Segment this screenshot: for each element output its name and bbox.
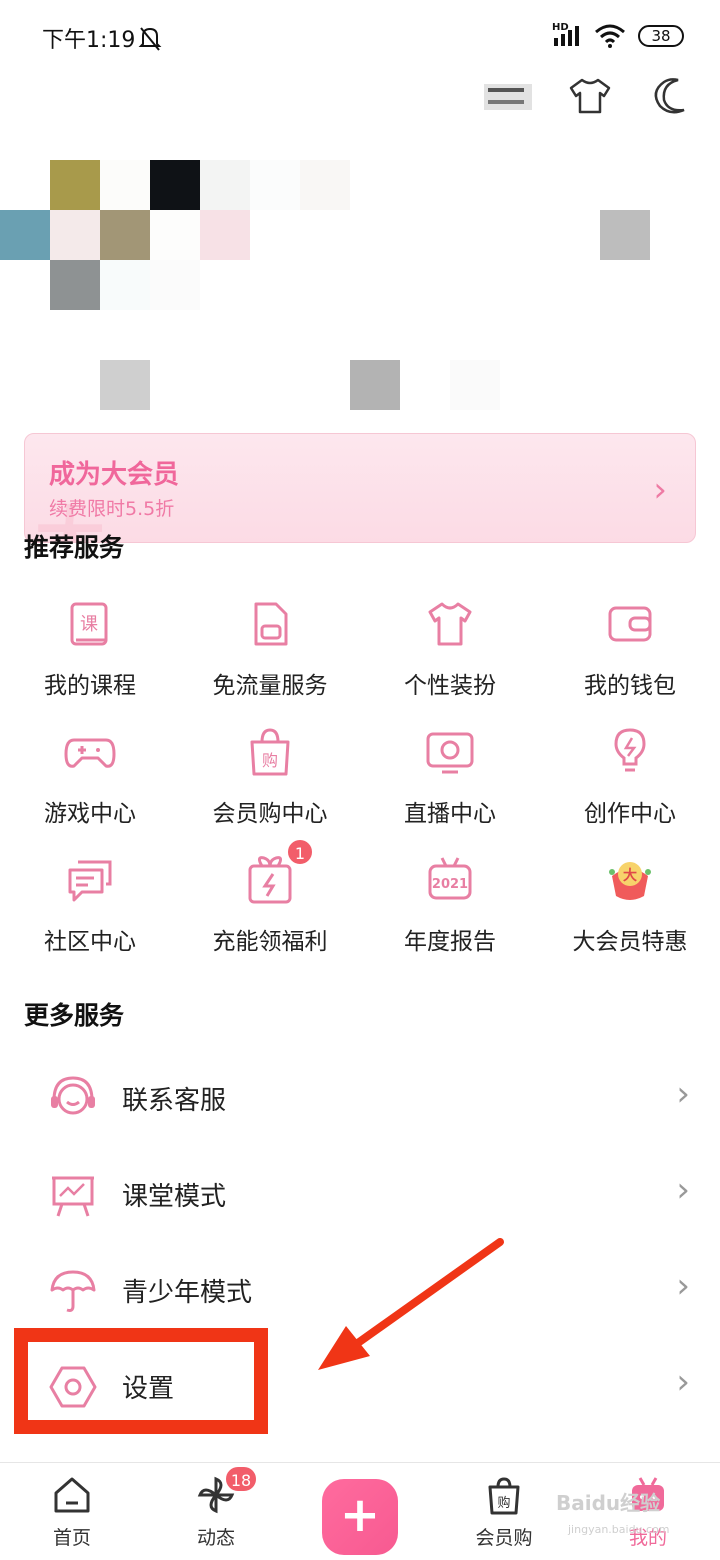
bottom-navigation: 首页 18 动态 + 购 会员购 我的 Baidu经验 jingyan.baid… <box>0 1462 720 1560</box>
service-label: 游戏中心 <box>44 801 136 827</box>
vip-title: 成为大会员 <box>49 460 180 490</box>
classroom-icon <box>52 1176 94 1217</box>
nav-label: 会员购 <box>475 1527 533 1549</box>
annual-report-icon: 2021 <box>428 857 472 900</box>
chevron-right-icon: › <box>676 1266 690 1306</box>
service-vip-special[interactable]: 大 大会员特惠 <box>540 852 720 962</box>
home-icon <box>54 1477 90 1513</box>
vip-special-icon: 大 <box>609 862 651 900</box>
night-mode-button[interactable] <box>646 74 698 118</box>
svg-text:购: 购 <box>262 751 278 770</box>
headset-icon <box>51 1076 95 1115</box>
lightbulb-icon <box>614 728 646 772</box>
top-actions <box>482 74 698 118</box>
list-item-classroom-mode[interactable]: 课堂模式 › <box>0 1146 720 1242</box>
service-free-data[interactable]: 免流量服务 <box>180 596 360 706</box>
status-bar: 下午1:19 HD 38 <box>0 0 720 76</box>
more-services-title: 更多服务 <box>24 1001 125 1030</box>
shopping-bag-icon: 购 <box>488 1477 520 1515</box>
list-item-label: 课堂模式 <box>122 1182 227 1212</box>
nav-dynamic[interactable]: 18 动态 <box>166 1463 266 1560</box>
nav-vip-shop[interactable]: 购 会员购 <box>454 1463 554 1560</box>
service-live-center[interactable]: 直播中心 <box>360 724 540 834</box>
shopping-bag-icon: 购 <box>250 728 290 776</box>
profile-mosaic[interactable] <box>0 160 720 420</box>
vip-subtitle: 续费限时5.5折 <box>49 498 175 520</box>
service-charge-benefits[interactable]: 1 充能领福利 <box>180 838 360 962</box>
umbrella-icon <box>50 1270 96 1312</box>
service-label: 我的课程 <box>44 673 136 699</box>
notification-badge: 1 <box>286 838 314 866</box>
service-label: 年度报告 <box>404 929 496 955</box>
chevron-right-icon: › <box>676 1362 690 1402</box>
status-time: 下午1:19 <box>42 28 136 53</box>
annotation-arrow-icon <box>318 1238 504 1370</box>
list-item-customer-service[interactable]: 联系客服 › <box>0 1050 720 1146</box>
service-wallet[interactable]: 我的钱包 <box>540 596 720 706</box>
gamepad-icon <box>64 738 116 768</box>
chevron-right-icon: › <box>653 470 667 510</box>
tshirt-icon <box>428 602 472 646</box>
list-item-label: 联系客服 <box>122 1086 227 1116</box>
service-label: 大会员特惠 <box>572 929 688 955</box>
dynamic-badge: 18 <box>224 1465 258 1493</box>
service-label: 直播中心 <box>404 801 496 827</box>
moon-icon <box>654 78 685 114</box>
watermark-url: jingyan.baidu.com <box>568 1523 670 1536</box>
service-label: 我的钱包 <box>584 673 676 699</box>
service-label: 创作中心 <box>584 801 676 827</box>
service-game-center[interactable]: 游戏中心 <box>0 724 180 834</box>
chevron-right-icon: › <box>676 1074 690 1114</box>
list-item-label: 青少年模式 <box>122 1278 253 1308</box>
service-label: 个性装扮 <box>404 673 496 699</box>
service-label: 会员购中心 <box>212 801 328 827</box>
service-creator-center[interactable]: 创作中心 <box>540 724 720 834</box>
nav-label: 首页 <box>52 1527 91 1549</box>
recommended-title: 推荐服务 <box>24 533 125 562</box>
watermark-logo: Baidu经验 <box>556 1491 661 1515</box>
service-label: 社区中心 <box>44 929 136 955</box>
bell-muted-icon <box>138 27 162 51</box>
signal-icon: HD <box>552 22 582 48</box>
scan-icon <box>484 84 532 110</box>
tshirt-icon <box>569 78 611 114</box>
chat-bubbles-icon <box>68 860 112 902</box>
nav-home[interactable]: 首页 <box>22 1463 122 1560</box>
report-year: 2021 <box>432 877 468 892</box>
service-community-center[interactable]: 社区中心 <box>0 852 180 962</box>
sim-card-icon <box>254 602 288 646</box>
live-tv-icon <box>426 732 474 774</box>
svg-text:课: 课 <box>80 614 98 635</box>
vip-banner[interactable]: 大 成为大会员 续费限时5.5折 › <box>24 433 696 543</box>
battery-indicator: 38 <box>638 25 684 47</box>
publish-plus-button[interactable]: + <box>322 1479 398 1555</box>
scan-button[interactable] <box>482 74 534 118</box>
service-my-course[interactable]: 课 我的课程 <box>0 596 180 706</box>
svg-text:购: 购 <box>497 1495 510 1511</box>
dress-up-button[interactable] <box>564 74 616 118</box>
service-label: 充能领福利 <box>212 929 328 955</box>
course-book-icon: 课 <box>70 602 108 646</box>
service-label: 免流量服务 <box>212 673 328 699</box>
wifi-icon <box>595 24 625 48</box>
settings-highlight-box <box>14 1328 268 1434</box>
chevron-right-icon: › <box>676 1170 690 1210</box>
service-dress-up[interactable]: 个性装扮 <box>360 596 540 706</box>
service-vip-shop[interactable]: 购 会员购中心 <box>180 724 360 834</box>
service-annual-report[interactable]: 2021 年度报告 <box>360 852 540 962</box>
svg-text:大: 大 <box>623 867 637 884</box>
wallet-icon <box>608 606 652 642</box>
nav-label: 动态 <box>196 1527 235 1549</box>
